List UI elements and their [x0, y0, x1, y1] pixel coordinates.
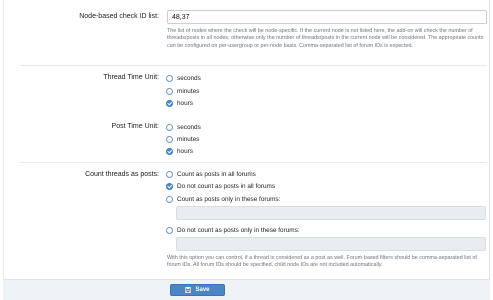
save-button[interactable]: Save [170, 284, 225, 296]
floppy-disk-icon [185, 287, 192, 293]
count-option-only-these[interactable]: Count as posts only in these forums: [166, 194, 280, 204]
option-label: Do not count as posts in all forums [177, 182, 276, 190]
post-time-option-minutes[interactable]: minutes [166, 134, 199, 144]
option-label: seconds [177, 74, 201, 82]
divider [20, 65, 487, 66]
post-time-option-hours[interactable]: hours [166, 146, 193, 156]
radio-button-checked[interactable] [166, 147, 173, 155]
option-label: seconds [177, 123, 201, 131]
radio-button-checked[interactable] [166, 182, 173, 190]
form-footer: Save [3, 279, 490, 300]
radio-button[interactable] [166, 135, 173, 143]
divider [20, 162, 487, 163]
radio-button[interactable] [166, 74, 173, 82]
option-label: Do not count as posts only in these foru… [177, 226, 300, 234]
thread-time-label: Thread Time Unit: [103, 74, 159, 81]
count-threads-help: With this option you can control, if a t… [167, 255, 477, 269]
node-check-input[interactable] [167, 10, 487, 24]
options-page: Node-based check ID list: The list of no… [0, 0, 493, 300]
radio-button-checked[interactable] [166, 99, 173, 107]
option-label: hours [177, 99, 193, 107]
node-check-label: Node-based check ID list: [79, 13, 159, 20]
radio-button[interactable] [166, 123, 173, 131]
count-threads-label: Count threads as posts: [85, 171, 159, 178]
thread-time-option-minutes[interactable]: minutes [166, 86, 199, 96]
count-forums-input[interactable] [176, 206, 486, 220]
count-option-not-only-these[interactable]: Do not count as posts only in these foru… [166, 225, 300, 235]
count-option-all[interactable]: Count as posts in all forums [166, 169, 256, 179]
node-check-help: The list of nodes where the check will b… [167, 28, 484, 49]
option-label: minutes [177, 135, 200, 143]
radio-button[interactable] [166, 170, 173, 178]
radio-button[interactable] [166, 195, 173, 203]
option-label: Count as posts in all forums [177, 170, 256, 178]
thread-time-option-seconds[interactable]: seconds [166, 73, 201, 83]
save-label: Save [195, 287, 210, 293]
option-label: hours [177, 147, 193, 155]
exclude-forums-input[interactable] [176, 237, 486, 251]
radio-button[interactable] [166, 87, 173, 95]
option-label: Count as posts only in these forums: [177, 195, 281, 203]
thread-time-option-hours[interactable]: hours [166, 98, 193, 108]
post-time-label: Post Time Unit: [111, 123, 159, 130]
count-option-not-all[interactable]: Do not count as posts in all forums [166, 181, 275, 191]
post-time-option-seconds[interactable]: seconds [166, 122, 201, 132]
radio-button[interactable] [166, 226, 173, 234]
option-label: minutes [177, 87, 200, 95]
